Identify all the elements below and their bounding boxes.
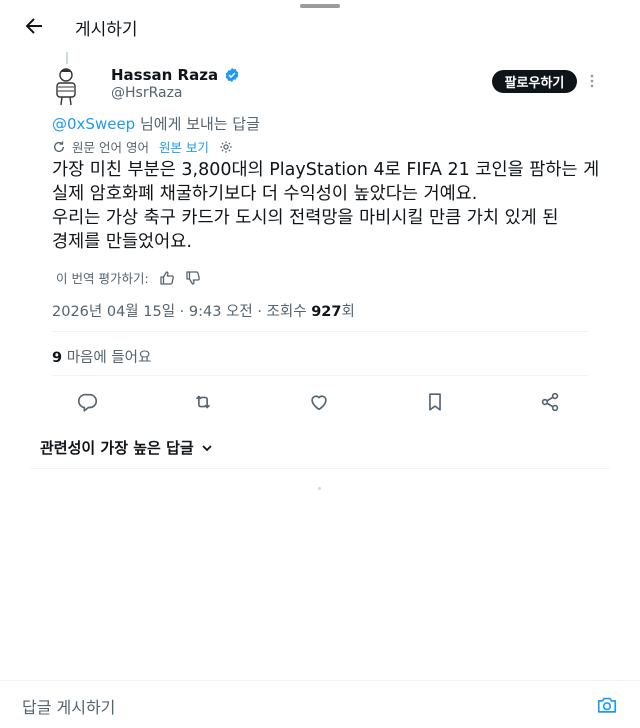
retweet-icon[interactable] [192, 391, 214, 413]
follow-button[interactable]: 팔로우하기 [492, 70, 577, 93]
post-text-line: 우리는 가상 축구 카드가 도시의 전력망을 마비시킬 만큼 가치 있게 된 [52, 208, 559, 228]
top-bar: 게시하기 [0, 0, 640, 52]
post-text: 가장 미친 부분은 3,800대의 PlayStation 4로 FIFA 21… [52, 158, 612, 254]
camera-icon[interactable] [596, 694, 618, 716]
post-meta: 2026년 04월 15일 · 9:43 오전 · 조회수 927회 [52, 300, 355, 321]
reply-composer-bar: 답글 게시하기 [0, 680, 640, 728]
reply-mention-link[interactable]: @0xSweep [52, 115, 135, 133]
more-options-icon[interactable] [585, 72, 599, 90]
post-text-line: 가장 미친 부분은 3,800대의 PlayStation 4로 FIFA 21… [52, 160, 600, 180]
arrow-left-icon[interactable] [22, 14, 46, 38]
translation-row: 원문 언어 영어 원본 보기 [52, 137, 233, 156]
reply-input[interactable]: 답글 게시하기 [22, 694, 115, 718]
reply-context: @0xSweep 님에게 보내는 답글 [52, 113, 260, 134]
bookmark-icon[interactable] [424, 391, 446, 413]
share-icon[interactable] [539, 391, 561, 413]
divider [52, 375, 588, 376]
loading-indicator [318, 487, 321, 490]
author-name-row: Hassan Raza [111, 66, 240, 84]
post-text-line: 실제 암호화폐 채굴하기보다 더 수익성이 높았다는 거예요. [52, 184, 478, 204]
post-text-line: 경제를 만들었어요. [52, 232, 192, 252]
likes-summary[interactable]: 9 마음에 들어요 [52, 346, 151, 367]
chevron-down-icon [202, 444, 212, 451]
translate-refresh-icon [53, 140, 65, 152]
author-handle[interactable]: @HsrRaza [111, 85, 183, 101]
reply-sort-dropdown[interactable]: 관련성이 가장 높은 답글 [40, 437, 213, 458]
source-language-label: 원문 언어 영어 [72, 140, 149, 155]
likes-label: 마음에 들어요 [62, 350, 152, 366]
reply-sort-label: 관련성이 가장 높은 답글 [40, 439, 194, 457]
show-original-link[interactable]: 원본 보기 [159, 137, 209, 156]
thumbs-up-icon[interactable] [159, 270, 175, 286]
avatar[interactable] [49, 66, 83, 106]
rate-translation-label: 이 번역 평가하기: [56, 271, 149, 286]
thumbs-down-icon[interactable] [185, 270, 201, 286]
thread-connector-line [66, 52, 68, 64]
verified-badge-icon [225, 68, 239, 82]
post-timestamp[interactable]: 2026년 04월 15일 · 9:43 오전 · 조회수 [52, 304, 311, 320]
view-count: 927 [311, 304, 342, 320]
like-count: 9 [52, 350, 63, 366]
gear-icon[interactable] [219, 140, 233, 154]
divider [30, 468, 610, 469]
reply-context-text: 님에게 보내는 답글 [135, 115, 260, 133]
author-name[interactable]: Hassan Raza [111, 66, 218, 84]
divider [52, 331, 588, 332]
reply-icon[interactable] [77, 391, 99, 413]
page-title: 게시하기 [75, 20, 138, 40]
rate-translation-row: 이 번역 평가하기: [56, 268, 201, 287]
view-count-suffix: 회 [341, 304, 355, 320]
heart-icon[interactable] [308, 391, 330, 413]
